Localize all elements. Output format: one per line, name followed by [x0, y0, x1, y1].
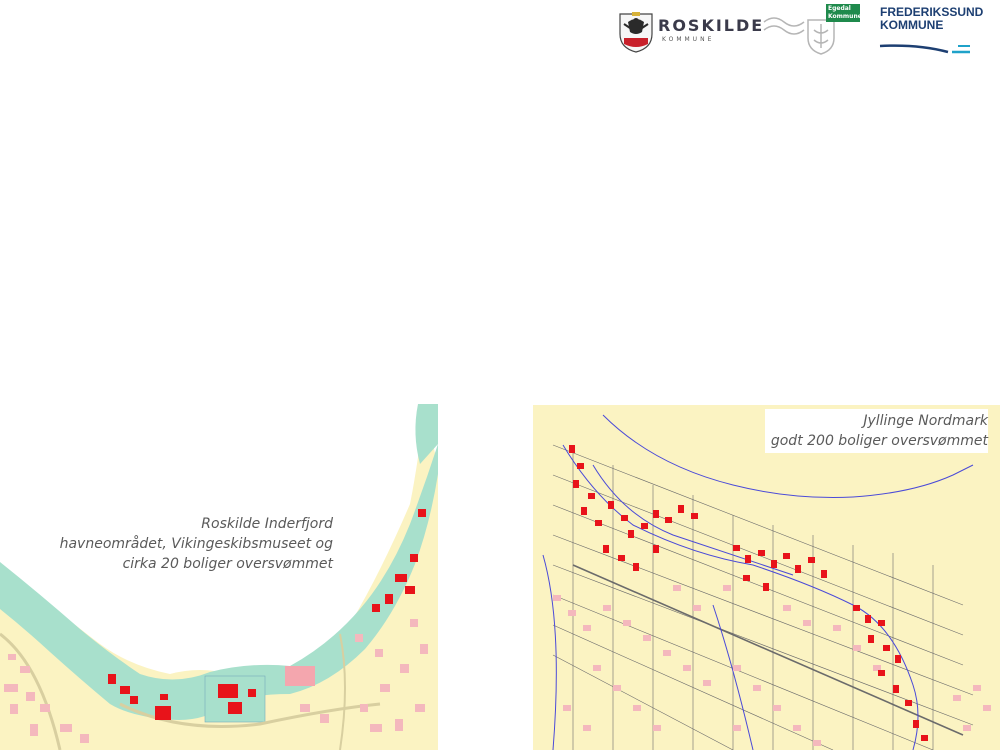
caption-jyllinge: Jyllinge Nordmark godt 200 boliger overs…	[764, 409, 988, 453]
roskilde-sub: KOMMUNE	[662, 36, 715, 43]
caption-jyllinge-line1: Jyllinge Nordmark	[863, 413, 988, 429]
map-roskilde-inderfjord: Roskilde Inderfjord havneområdet, Viking…	[0, 404, 438, 750]
caption-roskilde-line1: Roskilde Inderfjord	[201, 516, 333, 532]
egedal-badge: Egedal Kommune	[826, 4, 862, 22]
roskilde-map-graphic	[0, 404, 438, 750]
frederikssund-wave-icon	[879, 44, 970, 54]
roskilde-coat-of-arms-icon	[619, 12, 653, 53]
frederikssund-kommune-logo: FREDERIKSSUND KOMMUNE	[878, 6, 983, 54]
roskilde-name: ROSKILDE	[658, 16, 765, 35]
egedal-kommune-logo: Egedal Kommune	[762, 4, 862, 56]
map-jyllinge-nordmark: Jyllinge Nordmark godt 200 boliger overs…	[533, 405, 1000, 750]
caption-roskilde-line3: cirka 20 boliger oversvømmet	[122, 556, 333, 572]
jyllinge-map-graphic	[533, 405, 1000, 750]
egedal-badge-line1: Egedal	[828, 5, 851, 12]
caption-roskilde: Roskilde Inderfjord havneområdet, Viking…	[60, 514, 333, 574]
roskilde-kommune-logo: ROSKILDE KOMMUNE	[618, 10, 762, 54]
egedal-badge-line2: Kommune	[828, 13, 862, 20]
caption-jyllinge-line2: godt 200 boliger oversvømmet	[770, 433, 988, 449]
caption-roskilde-line2: havneområdet, Vikingeskibsmuseet og	[59, 536, 333, 552]
